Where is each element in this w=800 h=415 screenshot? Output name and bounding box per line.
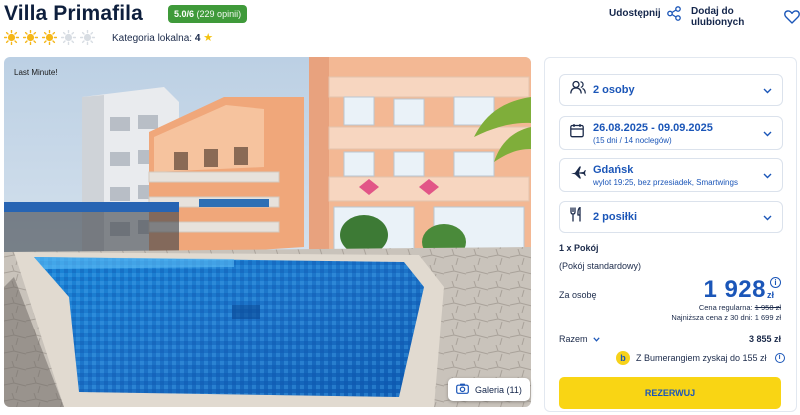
dates-sub: (15 dni / 14 noclegów) (593, 136, 672, 145)
total-toggle[interactable]: Razem (559, 334, 600, 344)
reserve-button[interactable]: REZERWUJ (559, 377, 781, 409)
rating-count: (229 opinii) (196, 9, 242, 19)
plane-icon (570, 166, 586, 185)
room-count: 1 x Pokój (559, 243, 599, 253)
regular-price: Cena regularna: 1 958 zł (699, 303, 781, 312)
lowest-price: Najniższa cena z 30 dni: 1 699 zł (671, 313, 781, 322)
chevron-down-icon (592, 334, 600, 344)
cutlery-icon (570, 206, 582, 227)
chevron-down-icon (763, 124, 772, 142)
guests-value: 2 osoby (593, 84, 635, 96)
hotel-page: Villa Primafila 5.0/6 (229 opinii) Kateg… (0, 0, 800, 415)
people-icon (570, 80, 586, 100)
price-info-icon[interactable]: i (770, 277, 781, 288)
camera-icon (456, 383, 469, 396)
bumerang-icon: b (616, 351, 630, 365)
flight-select[interactable]: Gdańsk wylot 19:25, bez przesiadek, Smar… (559, 158, 783, 192)
room-type: (Pokój standardowy) (559, 261, 642, 271)
meals-value: 2 posiłki (593, 211, 638, 223)
share-icon (666, 6, 681, 21)
calendar-icon (570, 124, 584, 143)
price-per-person: 1 928 (703, 276, 766, 303)
lowest-price-label: Najniższa cena z 30 dni: (671, 313, 753, 322)
bumerang-info: b Z Bumerangiem zyskaj do 155 zł i (616, 351, 785, 365)
hotel-photo[interactable] (4, 57, 531, 407)
sun-rating (4, 30, 95, 45)
regular-price-value: 1 958 zł (754, 303, 781, 312)
dates-select[interactable]: 26.08.2025 - 09.09.2025 (15 dni / 14 noc… (559, 116, 783, 150)
favorite-label: Dodaj do ulubionych (691, 6, 745, 28)
sun-empty-icon (61, 30, 76, 45)
meals-select[interactable]: 2 posiłki (559, 201, 783, 233)
hotel-title: Villa Primafila (4, 2, 143, 25)
bumerang-text: Z Bumerangiem zyskaj do 155 zł (636, 353, 767, 363)
gallery-button[interactable]: Galeria (11) (448, 378, 530, 401)
gallery-label: Galeria (11) (475, 384, 522, 395)
category-label: Kategoria lokalna: (112, 33, 193, 44)
rating-score: 5.0/6 (174, 9, 195, 19)
chevron-down-icon (763, 208, 772, 226)
sun-filled-icon (4, 30, 19, 45)
last-minute-badge: Last Minute! (14, 68, 58, 77)
guests-select[interactable]: 2 osoby (559, 74, 783, 106)
sun-filled-icon (42, 30, 57, 45)
price-currency: zł (767, 290, 775, 300)
local-category: Kategoria lokalna: 4 ★ (112, 31, 213, 44)
rating-badge[interactable]: 5.0/6 (229 opinii) (168, 5, 248, 23)
chevron-down-icon (763, 166, 772, 184)
share-label: Udostępnij (609, 8, 661, 19)
lowest-price-value: 1 699 zł (754, 313, 781, 322)
favorite-button[interactable]: Dodaj do ulubionych (691, 6, 800, 28)
sun-empty-icon (80, 30, 95, 45)
chevron-down-icon (763, 81, 772, 99)
total-label: Razem (559, 334, 588, 344)
regular-price-label: Cena regularna: (698, 303, 753, 312)
total-value: 3 855 zł (748, 334, 781, 344)
star-icon: ★ (203, 32, 214, 44)
sun-filled-icon (23, 30, 38, 45)
category-value: 4 (194, 33, 201, 44)
per-person-label: Za osobę (559, 290, 597, 300)
heart-icon (784, 10, 800, 24)
flight-origin: Gdańsk (593, 164, 634, 176)
share-button[interactable]: Udostępnij (609, 6, 681, 21)
flight-details: wylot 19:25, bez przesiadek, Smartwings (593, 178, 738, 187)
bumerang-info-icon[interactable]: i (774, 353, 785, 363)
dates-value: 26.08.2025 - 09.09.2025 (593, 122, 713, 134)
